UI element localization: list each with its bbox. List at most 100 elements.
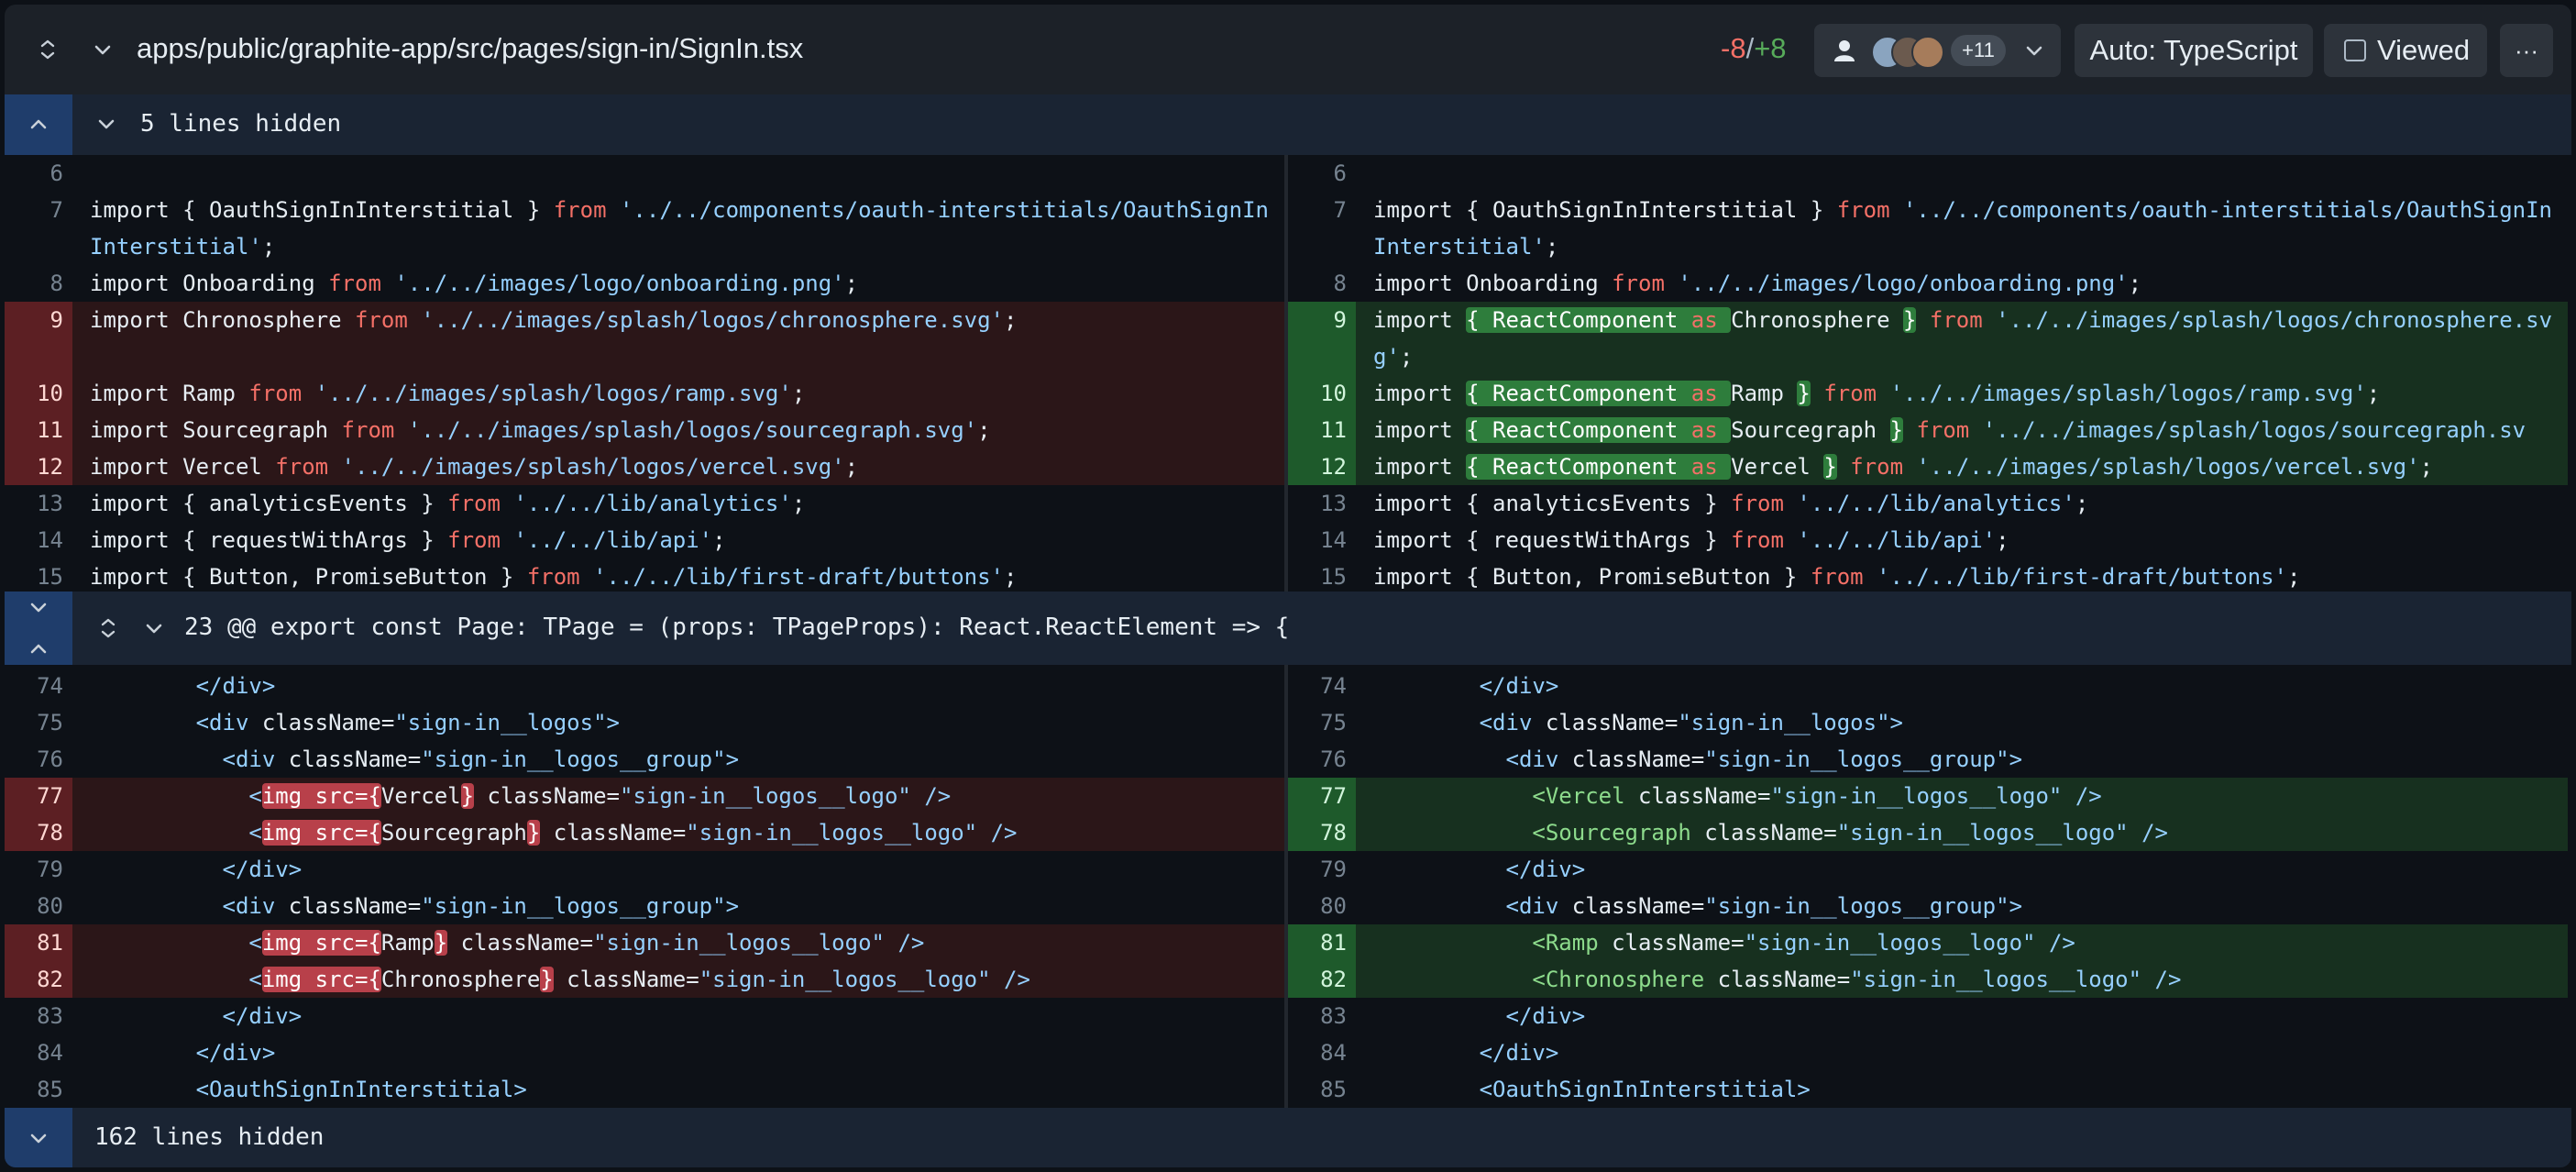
chevron-down-icon[interactable] bbox=[144, 618, 164, 643]
diff-row: 76 <div className="sign-in__logos__group… bbox=[1288, 741, 2568, 778]
diff-row-removed: 81 <img src={Ramp} className="sign-in__l… bbox=[5, 924, 1284, 961]
chevron-down-icon[interactable] bbox=[28, 597, 49, 617]
code-line: <img src={Vercel} className="sign-in__lo… bbox=[248, 783, 952, 809]
line-number: 82 bbox=[5, 961, 72, 998]
diff-row: 83 </div> bbox=[1288, 998, 2568, 1034]
diff-pane-new: 6 7 import { OauthSignInInterstitial } fr… bbox=[1288, 5, 2568, 1167]
code-line: import { analyticsEvents } from '../../l… bbox=[90, 491, 806, 516]
line-number: 7 bbox=[1333, 197, 1347, 223]
line-number: 78 bbox=[5, 814, 72, 851]
code-line: <div className="sign-in__logos__group"> bbox=[1505, 746, 2023, 772]
diff-row: 13 import { analyticsEvents } from '../..… bbox=[1288, 485, 2568, 522]
diff-row-removed: 10 import Ramp from '../../images/splash/… bbox=[5, 375, 1284, 412]
code-line: <img src={Chronosphere} className="sign-… bbox=[248, 967, 1030, 992]
line-number: 75 bbox=[37, 710, 63, 735]
line-number: 81 bbox=[1288, 924, 1356, 961]
diff-row: 76 <div className="sign-in__logos__group… bbox=[5, 741, 1284, 778]
line-number: 15 bbox=[37, 564, 63, 590]
hunk-label: 23 @@ export const Page: TPage = (props:… bbox=[184, 614, 1290, 641]
code-line: import Sourcegraph from '../../images/sp… bbox=[90, 417, 991, 443]
line-number: 82 bbox=[1288, 961, 1356, 998]
code-line: import Vercel from '../../images/splash/… bbox=[90, 454, 859, 480]
diff-row-removed: 78 <img src={Sourcegraph} className="sig… bbox=[5, 814, 1284, 851]
code-line: <Chronosphere className="sign-in__logos_… bbox=[1532, 967, 2182, 992]
line-number: 9 bbox=[5, 302, 72, 375]
diff-row: 74 </div> bbox=[1288, 668, 2568, 704]
code-line: <div className="sign-in__logos__group"> bbox=[222, 893, 740, 919]
diff-row: 75 <div className="sign-in__logos"> bbox=[5, 704, 1284, 741]
code-line: import Onboarding from '../../images/log… bbox=[90, 271, 859, 296]
diff-row: 85 <OauthSignInInterstitial> bbox=[1288, 1071, 2568, 1108]
line-number: 81 bbox=[5, 924, 72, 961]
line-number: 14 bbox=[1320, 527, 1347, 553]
diff-row: 79 </div> bbox=[1288, 851, 2568, 888]
line-number: 6 bbox=[1333, 160, 1347, 186]
expand-down-button[interactable] bbox=[5, 1108, 72, 1167]
diff-row: 84 </div> bbox=[5, 1034, 1284, 1071]
diff-row-added: 77 <Vercel className="sign-in__logos__lo… bbox=[1288, 778, 2568, 814]
diff-row-removed: 82 <img src={Chronosphere} className="si… bbox=[5, 961, 1284, 998]
line-number: 83 bbox=[37, 1003, 63, 1029]
chevron-up-icon[interactable] bbox=[28, 639, 49, 659]
line-number: 85 bbox=[37, 1077, 63, 1102]
line-number: 11 bbox=[1288, 412, 1356, 448]
code-line: </div> bbox=[1505, 857, 1586, 882]
line-number: 80 bbox=[1320, 893, 1347, 919]
diff-row: 85 <OauthSignInInterstitial> bbox=[5, 1071, 1284, 1108]
code-line: </div> bbox=[1505, 1003, 1586, 1029]
line-number: 8 bbox=[50, 271, 63, 296]
diff-row: 74 </div> bbox=[5, 668, 1284, 704]
line-number: 14 bbox=[37, 527, 63, 553]
diff-row: 6 bbox=[5, 155, 1284, 192]
code-line: <Ramp className="sign-in__logos__logo" /… bbox=[1532, 930, 2075, 956]
line-number: 74 bbox=[37, 673, 63, 699]
diff-row: 7 import { OauthSignInInterstitial } from… bbox=[5, 192, 1284, 265]
line-number: 76 bbox=[1320, 746, 1347, 772]
code-line: </div> bbox=[1479, 673, 1559, 699]
line-number: 7 bbox=[50, 197, 63, 223]
line-number: 6 bbox=[50, 160, 63, 186]
code-line: import { OauthSignInInterstitial } from … bbox=[90, 197, 1269, 260]
code-line: </div> bbox=[195, 1040, 276, 1066]
diff-row-added: 12 import { ReactComponent as Vercel } fr… bbox=[1288, 448, 2568, 485]
diff-row-added: 82 <Chronosphere className="sign-in__log… bbox=[1288, 961, 2568, 998]
hunk-header[interactable]: 23 @@ export const Page: TPage = (props:… bbox=[5, 592, 2571, 665]
code-line: <img src={Sourcegraph} className="sign-i… bbox=[248, 820, 1018, 846]
code-line: import { Button, PromiseButton } from '.… bbox=[90, 564, 1018, 590]
code-line: <OauthSignInInterstitial> bbox=[1479, 1077, 1811, 1102]
code-line: </div> bbox=[222, 857, 303, 882]
line-number: 12 bbox=[1288, 448, 1356, 485]
diff-row: 14 import { requestWithArgs } from '../..… bbox=[5, 522, 1284, 558]
line-number: 12 bbox=[5, 448, 72, 485]
diff-row-removed: 11 import Sourcegraph from '../../images/… bbox=[5, 412, 1284, 448]
line-number: 83 bbox=[1320, 1003, 1347, 1029]
line-number: 84 bbox=[1320, 1040, 1347, 1066]
diff-row: 6 bbox=[1288, 155, 2568, 192]
collapse-all-icon[interactable] bbox=[96, 616, 120, 645]
diff-row-removed: 9 import Chronosphere from '../../images/… bbox=[5, 302, 1284, 375]
line-number: 80 bbox=[37, 893, 63, 919]
diff-row: 8 import Onboarding from '../../images/lo… bbox=[1288, 265, 2568, 302]
line-number: 74 bbox=[1320, 673, 1347, 699]
line-number: 79 bbox=[37, 857, 63, 882]
diff-row: 13 import { analyticsEvents } from '../..… bbox=[5, 485, 1284, 522]
diff-row: 80 <div className="sign-in__logos__group… bbox=[1288, 888, 2568, 924]
code-line: </div> bbox=[195, 673, 276, 699]
code-line: </div> bbox=[1479, 1040, 1559, 1066]
diff-row: 83 </div> bbox=[5, 998, 1284, 1034]
diff-row: 15 import { Button, PromiseButton } from … bbox=[5, 558, 1284, 595]
code-line: <div className="sign-in__logos"> bbox=[1479, 710, 1903, 735]
line-number: 85 bbox=[1320, 1077, 1347, 1102]
hidden-lines-bar-bottom[interactable]: 162 lines hidden bbox=[5, 1108, 2571, 1167]
code-line: <img src={Ramp} className="sign-in__logo… bbox=[248, 930, 925, 956]
code-line: <Vercel className="sign-in__logos__logo"… bbox=[1532, 783, 2102, 809]
line-number: 79 bbox=[1320, 857, 1347, 882]
diff-row: 14 import { requestWithArgs } from '../..… bbox=[1288, 522, 2568, 558]
code-line: import { ReactComponent as Vercel } from… bbox=[1373, 454, 2433, 480]
code-line: <div className="sign-in__logos__group"> bbox=[222, 746, 740, 772]
line-number: 11 bbox=[5, 412, 72, 448]
code-line: <OauthSignInInterstitial> bbox=[195, 1077, 527, 1102]
expand-hunk-button[interactable] bbox=[5, 592, 72, 665]
code-line: import { analyticsEvents } from '../../l… bbox=[1373, 491, 2089, 516]
line-number: 8 bbox=[1333, 271, 1347, 296]
